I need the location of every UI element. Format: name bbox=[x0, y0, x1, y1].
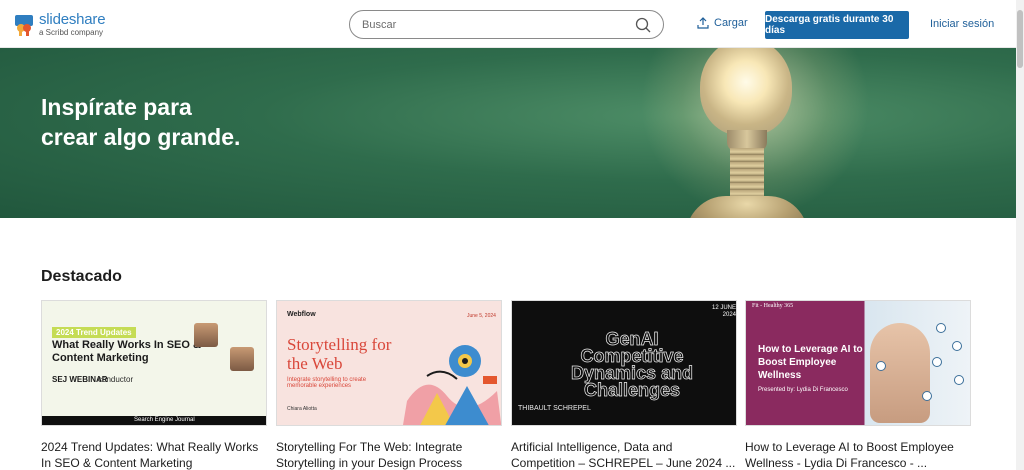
card-title[interactable]: 2024 Trend Updates: What Really Works In… bbox=[41, 439, 269, 470]
card-thumbnail[interactable]: Webflow June 5, 2024 Storytelling for th… bbox=[276, 300, 502, 426]
thumb-heading: Storytelling for the Web bbox=[287, 335, 392, 373]
hero-title: Inspírate para crear algo grande. bbox=[41, 92, 301, 152]
thumb-presenter: Presented by: Lydia Di Francesco bbox=[758, 387, 848, 393]
speaker-avatar bbox=[230, 347, 254, 371]
thumb-author: Chiara Aliotta bbox=[287, 406, 317, 412]
health-node-icon bbox=[932, 357, 942, 367]
lightbulb-image bbox=[700, 48, 792, 136]
trend-pill: 2024 Trend Updates bbox=[52, 327, 136, 338]
thumb-date: June 5, 2024 bbox=[467, 313, 496, 319]
free-trial-button[interactable]: Descarga gratis durante 30 días bbox=[765, 11, 909, 39]
card-thumbnail[interactable]: 2024 Trend Updates What Really Works In … bbox=[41, 300, 267, 426]
search-input[interactable] bbox=[362, 16, 622, 34]
thumb-footer: Search Engine Journal bbox=[42, 416, 266, 425]
thumb-heading: What Really Works In SEO & Content Marke… bbox=[52, 339, 201, 364]
search-box bbox=[349, 10, 664, 39]
upload-button[interactable]: Cargar bbox=[697, 17, 748, 29]
health-node-icon bbox=[936, 323, 946, 333]
thumb-badge: Fit - Healthy 365 bbox=[752, 303, 794, 309]
hero-title-line1: Inspírate para bbox=[41, 94, 192, 120]
featured-card[interactable]: 2024 Trend Updates What Really Works In … bbox=[41, 300, 267, 470]
top-navbar: slideshare a Scribd company Cargar Desca… bbox=[0, 0, 1016, 48]
storytelling-illustration bbox=[403, 345, 501, 425]
featured-card[interactable]: 12 JUNE 2024 GenAI Competitive Dynamics … bbox=[511, 300, 737, 470]
upload-icon bbox=[697, 17, 709, 29]
search-icon[interactable] bbox=[635, 17, 651, 33]
card-title[interactable]: Storytelling For The Web: Integrate Stor… bbox=[276, 439, 504, 470]
thumb-author: THIBAULT SCHREPEL bbox=[518, 405, 591, 412]
webflow-brand: Webflow bbox=[287, 311, 316, 318]
card-thumbnail[interactable]: 12 JUNE 2024 GenAI Competitive Dynamics … bbox=[511, 300, 737, 426]
lightbulb-socket bbox=[730, 148, 764, 200]
featured-card[interactable]: Webflow June 5, 2024 Storytelling for th… bbox=[276, 300, 502, 470]
health-node-icon bbox=[876, 361, 886, 371]
health-node-icon bbox=[954, 375, 964, 385]
thumb-heading: How to Leverage AI to Boost Employee Wel… bbox=[758, 344, 863, 381]
speaker-avatar bbox=[194, 323, 218, 347]
card-thumbnail[interactable]: Fit - Healthy 365 How to Leverage AI to … bbox=[745, 300, 971, 426]
logo-name: slideshare bbox=[39, 11, 106, 28]
hero-title-line2: crear algo grande. bbox=[41, 124, 241, 150]
card-title[interactable]: How to Leverage AI to Boost Employee Wel… bbox=[745, 439, 973, 470]
slideshare-logo[interactable]: slideshare a Scribd company bbox=[14, 11, 106, 37]
hand-image bbox=[870, 323, 930, 423]
thumb-subtitle: Integrate storytelling to create memorab… bbox=[287, 377, 367, 389]
signin-link[interactable]: Iniciar sesión bbox=[930, 18, 994, 30]
health-node-icon bbox=[952, 341, 962, 351]
hero-banner: Inspírate para crear algo grande. bbox=[0, 48, 1016, 218]
thumb-heading: GenAI Competitive Dynamics and Challenge… bbox=[570, 329, 694, 400]
card-title[interactable]: Artificial Intelligence, Data and Compet… bbox=[511, 439, 739, 470]
page: slideshare a Scribd company Cargar Desca… bbox=[0, 0, 1024, 470]
featured-card[interactable]: Fit - Healthy 365 How to Leverage AI to … bbox=[745, 300, 971, 470]
featured-section-title: Destacado bbox=[41, 268, 122, 285]
thumb-date: 12 JUNE 2024 bbox=[711, 305, 736, 318]
health-node-icon bbox=[922, 391, 932, 401]
partner-brand: conductor bbox=[98, 375, 134, 384]
slideshare-logo-icon bbox=[14, 14, 34, 36]
page-scrollbar[interactable] bbox=[1016, 0, 1024, 470]
logo-subtitle: a Scribd company bbox=[39, 28, 104, 37]
scrollbar-thumb[interactable] bbox=[1017, 10, 1023, 68]
upload-label: Cargar bbox=[714, 17, 748, 29]
